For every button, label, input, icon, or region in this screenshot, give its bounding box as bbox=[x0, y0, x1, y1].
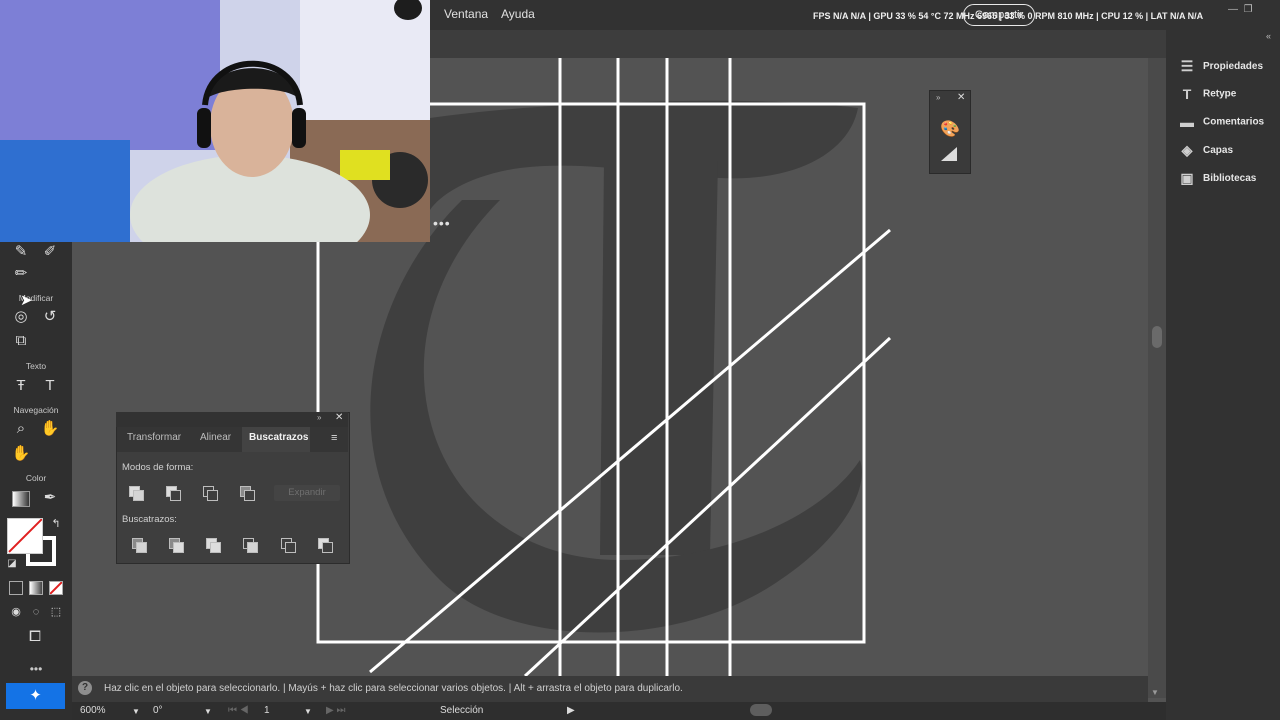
section-color: Color bbox=[25, 473, 47, 483]
panel-bibliotecas[interactable]: ▣ Bibliotecas bbox=[1178, 170, 1256, 188]
intersect-icon[interactable] bbox=[203, 486, 218, 501]
minus-front-icon[interactable] bbox=[166, 486, 181, 501]
zoom-icon[interactable]: ⌕ bbox=[11, 419, 31, 439]
panel-header[interactable] bbox=[116, 412, 348, 427]
more-tools-icon[interactable]: ••• bbox=[0, 662, 72, 676]
panel-menu-icon[interactable]: ≡ bbox=[331, 432, 337, 444]
draw-behind-icon[interactable]: ◌ bbox=[26, 602, 46, 622]
section-navegacion: Navegación bbox=[13, 405, 59, 415]
live-paint-icon[interactable]: ⧉ bbox=[11, 331, 31, 351]
section-texto: Texto bbox=[25, 361, 47, 371]
scroll-down-icon[interactable]: ▼ bbox=[1151, 688, 1159, 697]
pin-button[interactable]: ✦ bbox=[6, 683, 65, 709]
libraries-icon: ▣ bbox=[1180, 170, 1194, 186]
section-modificar: Modificar bbox=[18, 293, 54, 303]
fill-swatch[interactable] bbox=[7, 518, 43, 554]
close-icon[interactable]: ✕ bbox=[957, 92, 965, 103]
chevron-down-icon[interactable]: ▼ bbox=[304, 707, 312, 716]
tab-buscatrazos[interactable]: Buscatrazos bbox=[249, 432, 308, 443]
pin-icon: ✦ bbox=[29, 687, 42, 704]
webcam-feed bbox=[0, 0, 430, 242]
type-tool-icon[interactable]: T bbox=[40, 376, 60, 396]
retype-icon: T bbox=[1182, 86, 1192, 102]
hand-icon[interactable]: ✋ bbox=[40, 419, 60, 439]
shape-modes-label: Modos de forma: bbox=[122, 462, 194, 473]
collapse-dock-icon[interactable]: « bbox=[1266, 31, 1271, 41]
swap-colors-icon[interactable]: ↰ bbox=[46, 514, 66, 534]
eyedropper-icon[interactable]: ✒ bbox=[40, 488, 60, 508]
share-button[interactable]: Compartir bbox=[963, 4, 1035, 26]
maximize-icon[interactable]: ❐ bbox=[1244, 4, 1253, 15]
gradient-tool-icon[interactable] bbox=[12, 491, 30, 507]
chevron-down-icon[interactable]: ▼ bbox=[204, 707, 212, 716]
layers-icon: ◈ bbox=[1181, 142, 1193, 158]
unite-icon[interactable] bbox=[129, 486, 144, 501]
rotate-icon[interactable]: ↺ bbox=[40, 307, 60, 327]
rotation-select[interactable]: 0° bbox=[153, 705, 163, 716]
minimize-icon[interactable]: — bbox=[1228, 4, 1238, 15]
artboard-number[interactable]: 1 bbox=[264, 705, 270, 716]
status-hint: Haz clic en el objeto para seleccionarlo… bbox=[104, 683, 683, 694]
gradient-icon[interactable] bbox=[941, 147, 957, 161]
current-tool-label: Selección bbox=[440, 705, 484, 716]
close-icon[interactable]: ✕ bbox=[335, 412, 343, 423]
comment-icon: ▬ bbox=[1180, 114, 1194, 130]
divide-icon[interactable] bbox=[132, 538, 147, 553]
last-artboard-icon[interactable]: ▶ ⏭ bbox=[326, 705, 345, 716]
help-icon[interactable]: ? bbox=[78, 681, 92, 695]
letter-t-shape bbox=[370, 100, 862, 633]
shape-builder-icon[interactable]: ◎ bbox=[11, 307, 31, 327]
overlay-more-icon[interactable]: ••• bbox=[433, 215, 451, 231]
tab-alinear[interactable]: Alinear bbox=[200, 432, 231, 443]
palette-icon[interactable]: 🎨 bbox=[940, 119, 960, 139]
panel-capas[interactable]: ◈ Capas bbox=[1178, 142, 1233, 160]
panel-comentarios[interactable]: ▬ Comentarios bbox=[1178, 114, 1264, 132]
eraser-icon[interactable]: ✏ bbox=[11, 264, 31, 284]
default-colors-icon[interactable]: ◪ bbox=[2, 554, 22, 574]
right-panel-dock bbox=[1166, 30, 1280, 720]
pathfinders-label: Buscatrazos: bbox=[122, 514, 177, 525]
scroll-thumb[interactable] bbox=[1152, 326, 1162, 348]
expand-button[interactable]: Expandir bbox=[274, 485, 340, 501]
gradient-mode-icon[interactable] bbox=[29, 581, 43, 595]
tab-transformar[interactable]: Transformar bbox=[127, 432, 181, 443]
vertical-scrollbar[interactable] bbox=[1148, 58, 1166, 698]
first-artboard-icon[interactable]: ⏮ ◀ bbox=[228, 705, 249, 716]
menu-ayuda[interactable]: Ayuda bbox=[501, 7, 535, 21]
horizontal-scroll-thumb[interactable] bbox=[750, 704, 772, 716]
collapse-icon[interactable]: » bbox=[936, 93, 940, 102]
merge-icon[interactable] bbox=[206, 538, 221, 553]
draw-normal-icon[interactable]: ◉ bbox=[6, 602, 26, 622]
screen-mode-icon[interactable]: ⧠ bbox=[25, 627, 45, 647]
panel-retype[interactable]: T Retype bbox=[1178, 86, 1237, 104]
sliders-icon: ☰ bbox=[1180, 58, 1194, 74]
draw-inside-icon[interactable]: ⬚ bbox=[46, 602, 66, 622]
rotate-view-icon[interactable]: ✋ bbox=[11, 444, 31, 464]
exclude-icon[interactable] bbox=[240, 486, 255, 501]
collapse-icon[interactable]: » bbox=[317, 413, 321, 422]
webcam-overlay bbox=[0, 0, 430, 242]
type-on-path-icon[interactable]: Ŧ bbox=[11, 376, 31, 396]
tool-menu-icon[interactable]: ▶ bbox=[567, 705, 575, 716]
color-mode-icon[interactable] bbox=[9, 581, 23, 595]
window-controls[interactable]: — ❐ bbox=[1228, 4, 1253, 15]
none-mode-icon[interactable] bbox=[49, 581, 63, 595]
zoom-select[interactable]: 600% bbox=[80, 705, 106, 716]
control-bar bbox=[430, 30, 1280, 58]
chevron-down-icon[interactable]: ▼ bbox=[132, 707, 140, 716]
minus-back-icon[interactable] bbox=[318, 538, 333, 553]
menu-ventana[interactable]: Ventana bbox=[444, 7, 488, 21]
pencil-icon[interactable]: ✐ bbox=[40, 242, 60, 262]
outline-icon[interactable] bbox=[281, 538, 296, 553]
trim-icon[interactable] bbox=[169, 538, 184, 553]
crop-icon[interactable] bbox=[243, 538, 258, 553]
panel-propiedades[interactable]: ☰ Propiedades bbox=[1178, 58, 1263, 76]
floating-panel[interactable]: » ✕ 🎨 bbox=[929, 90, 971, 174]
brush-icon[interactable]: ✎ bbox=[11, 242, 31, 262]
